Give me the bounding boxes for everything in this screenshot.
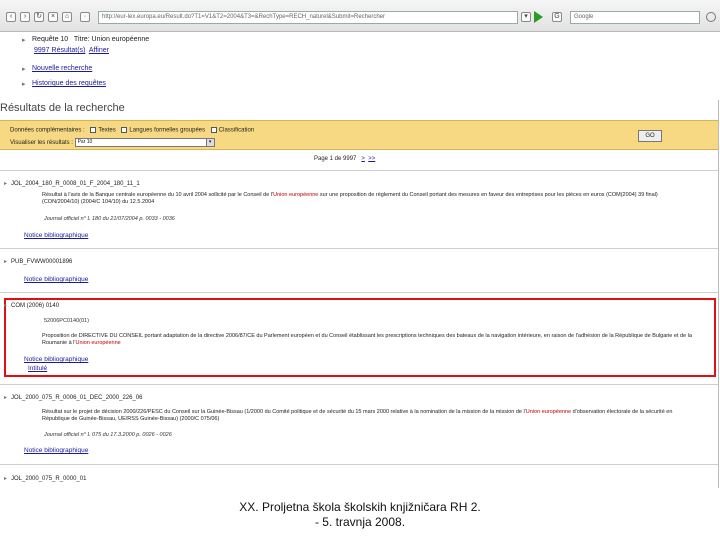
display-value: Par 10 (77, 139, 93, 145)
search-input[interactable]: Google (570, 11, 700, 24)
search-icon[interactable] (706, 12, 716, 22)
pager-last[interactable]: >> (368, 156, 375, 162)
divider (0, 292, 718, 293)
go-icon[interactable] (534, 11, 543, 23)
extra-data-row: Données complémentaires : Textes Langues… (10, 127, 254, 134)
result-id[interactable]: ▸ JOL_2000_075_R_0006_01_DEC_2000_226_06 (4, 394, 142, 401)
notice-link[interactable]: Notice bibliographique (24, 276, 88, 283)
browser-toolbar: ‹ › ↻ × ⌂ · http://eur-lex.europa.eu/Res… (0, 0, 720, 32)
page-icon: · (80, 12, 90, 22)
result-text: Résultat sur le projet de décision 2000/… (42, 409, 673, 422)
back-icon[interactable]: ‹ (6, 12, 16, 22)
result-id[interactable]: ▸ PUB_FVWW00001896 (4, 258, 72, 265)
arrow-right-icon: ▸ (4, 303, 8, 309)
pager: Page 1 de 9997 > >> (314, 156, 375, 162)
arrow-right-icon: ▸ (22, 37, 26, 44)
display-row: Visualiser les résultats : Par 10 ▾ (10, 138, 215, 147)
opt-class-label: Classification (218, 127, 255, 134)
request-criteria: Titre: Union européenne (73, 36, 150, 43)
query-nav: ▸ Requête 10 Titre: Union européenne 999… (20, 36, 320, 95)
highlight-term: Union européenne (75, 340, 121, 346)
go-button[interactable]: GO (638, 130, 662, 142)
divider (0, 170, 718, 171)
opt-relations-label: Langues formelles groupées (129, 127, 206, 134)
notice-link[interactable]: Notice bibliographique (24, 447, 88, 454)
checkbox-class[interactable] (210, 127, 217, 133)
result-text: Proposition de DIRECTIVE DU CONSEIL port… (42, 333, 692, 346)
highlight-term: Union européenne (525, 409, 572, 415)
result-id[interactable]: ▸ COM (2006) 0140 (4, 302, 59, 309)
result-meta: Journal officiel n° L 180 du 21/07/2004 … (44, 216, 175, 222)
checkbox-relations[interactable] (121, 127, 128, 133)
home-icon[interactable]: ⌂ (62, 12, 72, 22)
slide-footer (0, 488, 720, 540)
chevron-down-icon: ▾ (205, 139, 214, 146)
arrow-right-icon: ▸ (4, 259, 8, 265)
arrow-right-icon: ▸ (4, 395, 8, 401)
extra-data-label: Données complémentaires : (10, 127, 85, 134)
page-border (718, 100, 719, 488)
arrow-right-icon: ▸ (4, 476, 8, 482)
result-id[interactable]: ▸ JOL_2004_180_R_0008_01_F_2004_180_11_1 (4, 180, 140, 187)
arrow-right-icon: ▸ (22, 81, 26, 88)
result-sub-id: 52006PC0140(01) (44, 318, 89, 324)
forward-icon[interactable]: › (20, 12, 30, 22)
highlight-term: Union européenne (273, 192, 319, 198)
arrow-right-icon: ▸ (4, 181, 8, 187)
divider (0, 384, 718, 385)
history-link[interactable]: Historique des requêtes (32, 80, 106, 87)
title-link[interactable]: Intitulé (28, 365, 47, 372)
options-bar: Données complémentaires : Textes Langues… (0, 120, 718, 150)
divider (0, 248, 718, 249)
result-id[interactable]: ▸ JOL_2000_075_R_0000_01 (4, 475, 86, 482)
arrow-right-icon: ▸ (22, 66, 26, 73)
divider (0, 464, 718, 465)
new-search-link[interactable]: Nouvelle recherche (32, 65, 92, 72)
footer-line1: XX. Proljetna škola školskih knjižničara… (239, 500, 481, 514)
notice-link[interactable]: Notice bibliographique (24, 232, 88, 239)
pager-next[interactable]: > (361, 156, 365, 162)
display-select[interactable]: Par 10 ▾ (74, 138, 215, 147)
history-row: ▸ Historique des requêtes (20, 80, 320, 93)
pager-text: Page 1 de 9997 (314, 156, 357, 162)
search-engine-icon[interactable]: G (552, 12, 562, 22)
dropdown-icon[interactable]: ▾ (521, 12, 531, 22)
request-info: ▸ Requête 10 Titre: Union européenne (20, 36, 320, 49)
checkbox-texts[interactable] (90, 127, 97, 133)
stop-icon[interactable]: × (48, 12, 58, 22)
display-label: Visualiser les résultats : (10, 140, 73, 147)
address-bar[interactable]: http://eur-lex.europa.eu/Result.do?T1=V1… (98, 11, 518, 24)
result-text: Résultat à l'avis de la Banque centrale … (42, 192, 658, 205)
new-search-row: ▸ Nouvelle recherche (20, 65, 320, 78)
reload-icon[interactable]: ↻ (34, 12, 44, 22)
opt-texts-label: Textes (98, 127, 116, 134)
request-label: Requête 10 (32, 36, 69, 43)
footer-line2: - 5. travnja 2008. (314, 515, 406, 529)
notice-link[interactable]: Notice bibliographique (24, 356, 88, 363)
section-title: Résultats de la recherche (0, 102, 125, 114)
result-meta: Journal officiel n° L 075 du 17.3.2000 p… (44, 432, 172, 438)
